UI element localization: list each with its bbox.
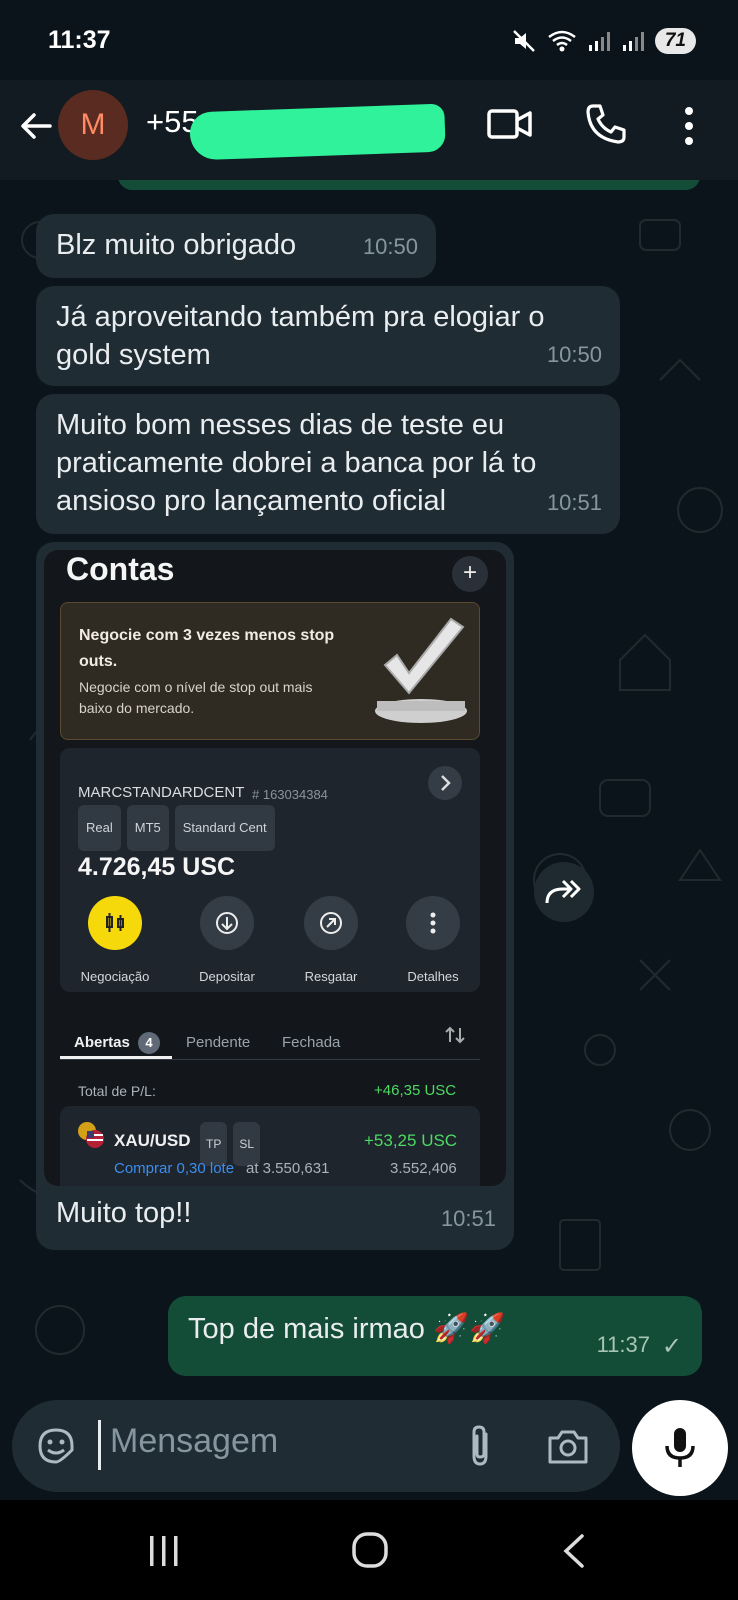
- deposit-icon: [216, 912, 238, 934]
- wifi-icon: [548, 30, 576, 52]
- status-icons: 71: [511, 24, 696, 58]
- trade-label: Negociação: [80, 969, 150, 984]
- mute-icon: [512, 30, 535, 52]
- system-nav-bar: [0, 1500, 738, 1600]
- outgoing-message-bubble[interactable]: Top de mais irmao 🚀🚀 11:37 ✓: [168, 1296, 702, 1376]
- message-text: Blz muito obrigado: [56, 229, 297, 261]
- message-time: 11:37: [596, 1332, 650, 1357]
- trade-action: Comprar 0,30 lote: [114, 1160, 235, 1177]
- home-icon[interactable]: [350, 1530, 390, 1570]
- trade-button: [88, 896, 142, 950]
- deposit-button: [200, 896, 254, 950]
- attach-icon[interactable]: [464, 1424, 496, 1468]
- trade-row: XAU/USD TP SL +53,25 USC Comprar 0,30 lot…: [60, 1106, 480, 1186]
- image-message-bubble[interactable]: Contas + Negocie com 3 vezes menos stop …: [36, 542, 514, 1250]
- promo-subtitle: Negocie com o nível de stop out mais bai…: [79, 679, 313, 716]
- phone-call-icon[interactable]: [584, 102, 628, 146]
- tag-chip: MT5: [126, 805, 169, 851]
- redaction-mark: [189, 103, 446, 161]
- promo-banner: Negocie com 3 vezes menos stop outs. Neg…: [60, 602, 480, 740]
- avatar-letter: M: [80, 108, 106, 141]
- add-symbol: +: [462, 559, 477, 586]
- trade-icon: [106, 913, 124, 932]
- active-tab-indicator: [60, 1056, 172, 1059]
- message-text: Top de mais irmao 🚀🚀: [188, 1313, 506, 1345]
- back-nav-icon[interactable]: [560, 1532, 588, 1570]
- chevron-right-icon: [441, 775, 451, 791]
- message-text: Já aproveitando também pra elogiar o gol…: [56, 301, 545, 371]
- signal-icon: [588, 32, 610, 51]
- message-time: 10:51: [440, 1206, 496, 1231]
- positions-tabs: Abertas 4 Pendente Fechada: [60, 1020, 480, 1060]
- add-account-button: +: [452, 556, 488, 592]
- forward-button[interactable]: [534, 862, 594, 922]
- chat-area[interactable]: Blz muito obrigado 10:50 Já aproveitando…: [0, 180, 738, 1400]
- avatar[interactable]: M: [58, 90, 128, 160]
- tag-chip: Standard Cent: [174, 805, 275, 851]
- shared-screenshot[interactable]: Contas + Negocie com 3 vezes menos stop …: [44, 550, 506, 1186]
- microphone-button[interactable]: [632, 1400, 728, 1496]
- details-label: Detalhes: [407, 969, 459, 984]
- promo-title: Negocie com 3 vezes menos stop outs.: [79, 627, 335, 670]
- composer: Mensagem: [0, 1400, 738, 1500]
- deposit-label: Depositar: [199, 969, 255, 984]
- checkmark-trophy-icon: [375, 617, 467, 723]
- pl-value: +46,35 USC: [374, 1082, 457, 1099]
- message-bubble[interactable]: Blz muito obrigado 10:50: [36, 214, 436, 278]
- trade-open-price: at 3.550,631: [246, 1160, 330, 1177]
- message-bubble[interactable]: Muito bom nesses dias de teste eu pratic…: [36, 394, 620, 534]
- camera-icon[interactable]: [546, 1426, 590, 1466]
- battery-indicator: 71: [654, 28, 696, 54]
- recent-apps-icon[interactable]: [146, 1534, 182, 1568]
- sort-icon: [445, 1026, 465, 1044]
- sticker-icon[interactable]: [34, 1424, 78, 1468]
- message-input[interactable]: Mensagem: [110, 1422, 278, 1461]
- back-arrow-icon[interactable]: [16, 106, 56, 146]
- account-tags: Real MT5 Standard Cent: [78, 804, 281, 851]
- chat-header: M +55: [0, 80, 738, 180]
- signal-icon-2: [622, 32, 644, 51]
- forward-icon: [545, 879, 581, 904]
- message-bubble[interactable]: Já aproveitando também pra elogiar o gol…: [36, 286, 620, 386]
- sent-check-icon: ✓: [661, 1333, 682, 1360]
- pl-label: Total de P/L:: [78, 1083, 156, 1099]
- tab-pending: Pendente: [186, 1034, 251, 1051]
- withdraw-label: Resgatar: [304, 969, 358, 984]
- tab-label: Abertas: [74, 1034, 130, 1051]
- flag-icon: [78, 1122, 104, 1148]
- message-input-container[interactable]: Mensagem: [12, 1400, 620, 1492]
- details-button: [406, 896, 460, 950]
- status-bar: 11:37 71: [0, 0, 738, 80]
- screenshot-title: Contas: [66, 551, 175, 587]
- message-text: Muito bom nesses dias de teste eu pratic…: [56, 409, 537, 517]
- more-options-icon[interactable]: [680, 104, 698, 148]
- status-time: 11:37: [48, 26, 111, 54]
- video-call-icon[interactable]: [486, 104, 534, 144]
- more-vertical-icon: [430, 912, 436, 934]
- tag-chip: Real: [78, 805, 121, 851]
- message-bubble-partial: [118, 180, 700, 190]
- account-card: MARCSTANDARDCENT # 163034384 Real MT5 Stan…: [60, 748, 480, 992]
- account-balance: 4.726,45 USC: [78, 853, 236, 881]
- message-time: 10:51: [546, 490, 602, 515]
- message-time: 10:50: [546, 342, 602, 367]
- withdraw-icon: [320, 912, 342, 934]
- message-time: 10:50: [362, 234, 418, 259]
- withdraw-button: [304, 896, 358, 950]
- message-text: Muito top!!: [56, 1197, 192, 1229]
- tab-badge: 4: [138, 1032, 161, 1054]
- trade-current-price: 3.552,406: [390, 1160, 457, 1177]
- text-cursor: [98, 1420, 101, 1470]
- tab-closed: Fechada: [282, 1034, 341, 1051]
- microphone-icon: [665, 1428, 695, 1467]
- account-open-button: [428, 766, 462, 800]
